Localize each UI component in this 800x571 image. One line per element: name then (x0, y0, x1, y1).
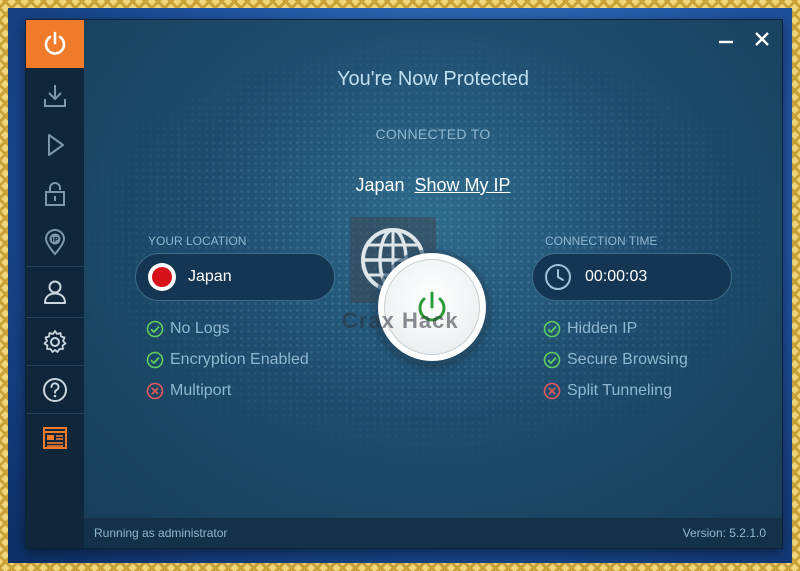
svg-text:IP: IP (51, 236, 58, 244)
x-circle-icon (146, 382, 164, 400)
feature-label: No Logs (170, 320, 230, 337)
feature-multiport: Multiport (146, 382, 231, 400)
feature-label: Split Tunneling (567, 382, 672, 399)
sidebar-item-lock[interactable] (26, 170, 84, 218)
feature-label: Encryption Enabled (170, 351, 309, 368)
clock-icon (545, 264, 571, 290)
version-text: Version: 5.2.1.0 (682, 526, 766, 540)
power-button-face (384, 259, 480, 355)
user-icon (44, 280, 66, 304)
news-icon (43, 427, 67, 449)
check-circle-icon (543, 351, 561, 369)
connected-to-label: CONNECTED TO (375, 126, 491, 142)
location-value: Japan (188, 268, 232, 285)
main-panel: You're Now Protected CONNECTED TO Japan S… (84, 20, 782, 518)
sidebar-item-settings[interactable] (26, 318, 84, 366)
help-icon (43, 378, 67, 402)
check-circle-icon (146, 351, 164, 369)
minimize-icon (719, 40, 733, 44)
show-my-ip-link[interactable]: Show My IP (415, 175, 511, 195)
minimize-button[interactable] (714, 28, 738, 50)
vpn-app-window: IP You're Now Protected CONNECTED TO Jap… (26, 20, 782, 548)
connection-time-value: 00:00:03 (585, 268, 648, 285)
feature-label: Secure Browsing (567, 351, 688, 368)
watermark-text: Crax Hack (342, 308, 459, 333)
download-icon (44, 85, 66, 107)
ip-pin-icon: IP (44, 229, 66, 256)
close-button[interactable] (750, 28, 774, 50)
connected-country-line: Japan Show My IP (84, 175, 782, 196)
feature-split-tunneling: Split Tunneling (543, 382, 672, 400)
play-icon (48, 134, 64, 156)
admin-status-text: Running as administrator (94, 526, 228, 540)
sidebar-item-news[interactable] (26, 414, 84, 462)
status-bar: Running as administrator Version: 5.2.1.… (84, 518, 782, 548)
close-icon (755, 32, 769, 46)
sidebar: IP (26, 20, 84, 548)
feature-no-logs: No Logs (146, 320, 230, 338)
sidebar-divider (26, 266, 84, 267)
connection-time-label: CONNECTION TIME (545, 234, 658, 248)
power-icon (44, 31, 66, 55)
feature-label: Multiport (170, 382, 232, 399)
x-circle-icon (543, 382, 561, 400)
feature-secure-browsing: Secure Browsing (543, 351, 688, 369)
location-selector[interactable]: Japan (135, 253, 335, 301)
japan-flag-icon (148, 263, 176, 291)
gear-icon (43, 330, 67, 353)
feature-label: Hidden IP (567, 320, 638, 337)
check-circle-icon (543, 320, 561, 338)
check-circle-icon (146, 320, 164, 338)
connection-time-display: 00:00:03 (532, 253, 732, 301)
sidebar-item-help[interactable] (26, 366, 84, 414)
sidebar-item-download[interactable] (26, 72, 84, 120)
feature-hidden-ip: Hidden IP (543, 320, 637, 338)
sidebar-item-power[interactable] (26, 20, 84, 68)
flag-dot (152, 267, 172, 287)
sidebar-item-play[interactable] (26, 121, 84, 169)
protection-status-title: You're Now Protected (336, 68, 530, 90)
lock-icon (45, 182, 65, 206)
connect-power-button[interactable] (378, 253, 486, 361)
your-location-label: YOUR LOCATION (148, 234, 247, 248)
connected-country: Japan (355, 175, 405, 195)
feature-encryption: Encryption Enabled (146, 351, 309, 369)
sidebar-item-account[interactable] (26, 268, 84, 316)
sidebar-item-ip[interactable]: IP (26, 218, 84, 266)
